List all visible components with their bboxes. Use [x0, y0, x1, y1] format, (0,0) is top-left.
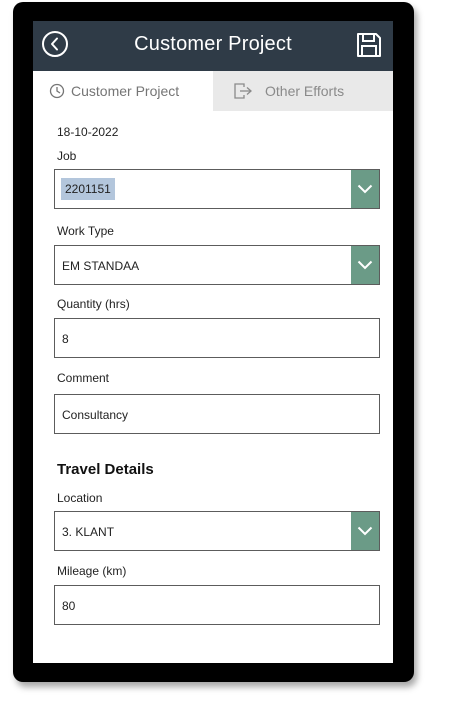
exit-icon — [233, 82, 253, 100]
quantity-label: Quantity (hrs) — [57, 297, 130, 311]
job-dropdown-button[interactable] — [351, 170, 379, 208]
entry-date: 18-10-2022 — [57, 125, 119, 139]
save-icon — [357, 33, 381, 57]
mileage-input[interactable]: 80 — [54, 585, 380, 625]
work-type-dropdown-button[interactable] — [351, 246, 379, 284]
travel-details-heading: Travel Details — [57, 461, 154, 478]
comment-input[interactable]: Consultancy — [54, 394, 380, 434]
comment-label: Comment — [57, 371, 110, 385]
app-screen: Customer Project Customer Project Other … — [33, 21, 393, 663]
chevron-down-icon — [357, 184, 373, 194]
location-value: 3. KLANT — [62, 525, 115, 539]
save-button[interactable] — [355, 31, 383, 59]
job-label: Job — [57, 149, 77, 163]
location-dropdown[interactable]: 3. KLANT — [54, 511, 380, 551]
app-header: Customer Project — [33, 21, 393, 71]
location-label: Location — [57, 491, 103, 505]
chevron-down-icon — [357, 526, 373, 536]
comment-value: Consultancy — [62, 408, 129, 422]
tab-bar: Customer Project Other Efforts — [33, 71, 393, 111]
work-type-label: Work Type — [57, 224, 114, 238]
quantity-value: 8 — [62, 332, 69, 346]
chevron-down-icon — [357, 260, 373, 270]
tab-other-efforts-label: Other Efforts — [265, 83, 345, 99]
quantity-input[interactable]: 8 — [54, 318, 380, 358]
job-value: 2201151 — [61, 178, 115, 200]
device-frame: Customer Project Customer Project Other … — [13, 2, 414, 682]
work-type-value: EM STANDAA — [62, 259, 140, 273]
job-dropdown[interactable]: 2201151 — [54, 169, 380, 209]
mileage-value: 80 — [62, 599, 76, 613]
tab-customer-project[interactable]: Customer Project — [33, 71, 213, 111]
tab-customer-project-label: Customer Project — [71, 83, 180, 99]
mileage-label: Mileage (km) — [57, 564, 127, 578]
tab-other-efforts[interactable]: Other Efforts — [213, 71, 393, 111]
work-type-dropdown[interactable]: EM STANDAA — [54, 245, 380, 285]
clock-icon — [49, 83, 65, 99]
page-title: Customer Project — [134, 33, 292, 55]
location-dropdown-button[interactable] — [351, 512, 379, 550]
